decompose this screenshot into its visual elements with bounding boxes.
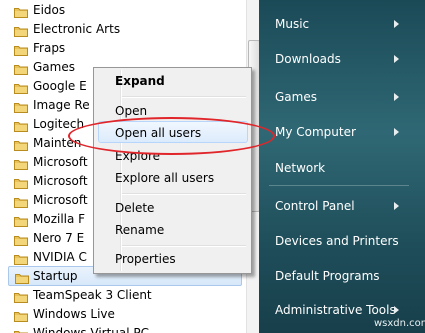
folder-icon: [14, 233, 28, 246]
right-item-my-computer[interactable]: My Computer: [275, 125, 356, 139]
program-label: Electronic Arts: [33, 22, 121, 36]
right-item-downloads[interactable]: Downloads: [275, 52, 341, 66]
folder-icon: [14, 119, 28, 132]
program-folder-item[interactable]: Fraps: [0, 39, 258, 58]
program-label: NVIDIA C: [33, 250, 87, 264]
program-label: Image Re: [33, 98, 90, 112]
start-menu-right-pane: Music Downloads Games My Computer Networ…: [259, 0, 425, 333]
program-label: Windows Virtual PC: [33, 326, 150, 333]
right-item-admin-tools[interactable]: Administrative Tools: [275, 303, 396, 317]
program-folder-item[interactable]: Windows Virtual PC: [0, 324, 258, 333]
program-label: Nero 7 E: [33, 231, 85, 245]
context-menu: Expand Open Open all users Explore Explo…: [93, 67, 252, 274]
folder-icon: [14, 62, 28, 75]
menu-item-properties[interactable]: Properties: [115, 252, 176, 266]
chevron-right-icon: [394, 20, 399, 28]
menu-item-delete[interactable]: Delete: [115, 201, 154, 215]
folder-icon: [14, 138, 28, 151]
folder-icon: [14, 195, 28, 208]
folder-icon: [14, 290, 28, 303]
folder-icon: [14, 5, 28, 18]
folder-icon: [14, 157, 28, 170]
menu-item-explore-all-users[interactable]: Explore all users: [115, 171, 214, 185]
program-folder-item[interactable]: Eidos: [0, 1, 258, 20]
right-pane-divider: [269, 185, 409, 186]
folder-icon: [14, 214, 28, 227]
right-item-devices-printers[interactable]: Devices and Printers: [275, 234, 399, 248]
annotation-ellipse: [68, 117, 275, 155]
program-folder-item[interactable]: Electronic Arts: [0, 20, 258, 39]
program-label: Mozilla F: [33, 212, 86, 226]
program-label: Google E: [33, 79, 87, 93]
folder-icon: [14, 252, 28, 265]
folder-icon: [14, 100, 28, 113]
folder-icon: [14, 309, 28, 322]
program-label: TeamSpeak 3 Client: [33, 288, 152, 302]
menu-item-rename[interactable]: Rename: [115, 223, 164, 237]
menu-separator: [122, 96, 246, 98]
right-item-default-programs[interactable]: Default Programs: [275, 269, 380, 283]
chevron-right-icon: [394, 306, 399, 314]
right-item-music[interactable]: Music: [275, 17, 309, 31]
right-item-games[interactable]: Games: [275, 90, 317, 104]
program-folder-item[interactable]: TeamSpeak 3 Client: [0, 286, 258, 305]
program-label: Microsoft: [33, 174, 88, 188]
folder-icon: [14, 43, 28, 56]
program-label: Microsoft: [33, 193, 88, 207]
chevron-right-icon: [394, 202, 399, 210]
folder-icon: [14, 81, 28, 94]
folder-icon: [15, 271, 29, 284]
program-label: Games: [33, 60, 75, 74]
program-folder-item[interactable]: Windows Live: [0, 305, 258, 324]
program-label: Windows Live: [33, 307, 115, 321]
menu-item-expand[interactable]: Expand: [115, 74, 165, 88]
program-label: Startup: [33, 269, 78, 283]
folder-icon: [14, 328, 28, 333]
folder-icon: [14, 24, 28, 37]
menu-separator: [122, 193, 246, 195]
chevron-right-icon: [394, 55, 399, 63]
chevron-right-icon: [394, 128, 399, 136]
watermark: wsxdn.com: [374, 318, 425, 329]
folder-icon: [14, 176, 28, 189]
program-label: Fraps: [33, 41, 66, 55]
program-label: Microsoft: [33, 155, 88, 169]
program-label: Eidos: [33, 3, 66, 17]
menu-separator: [122, 245, 246, 247]
right-item-control-panel[interactable]: Control Panel: [275, 199, 355, 213]
menu-item-open[interactable]: Open: [115, 104, 147, 118]
right-item-network[interactable]: Network: [275, 161, 325, 175]
chevron-right-icon: [394, 93, 399, 101]
